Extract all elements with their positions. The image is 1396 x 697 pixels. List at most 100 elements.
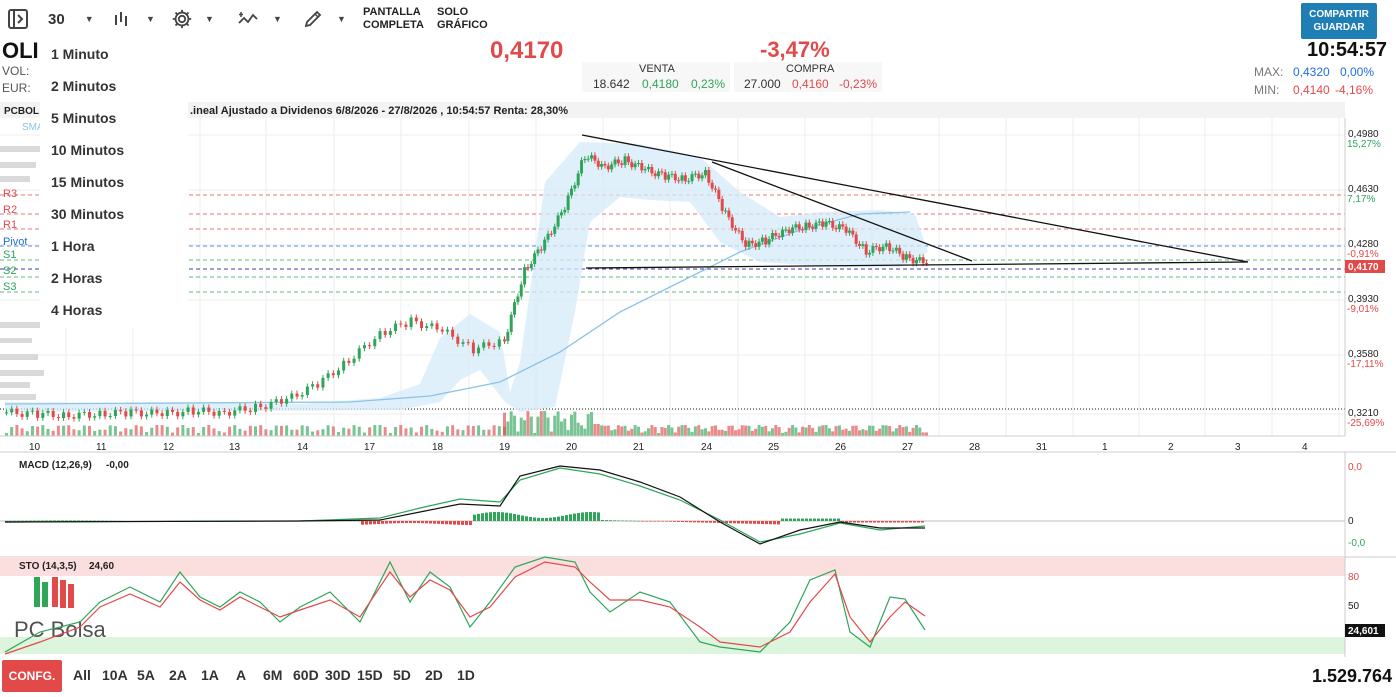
volume-bar bbox=[181, 425, 185, 436]
range-button-1a[interactable]: 1A bbox=[201, 667, 219, 683]
macd-bar bbox=[461, 521, 464, 525]
range-button-1d[interactable]: 1D bbox=[457, 667, 475, 683]
interval-option-2m[interactable]: 2 Minutos bbox=[40, 70, 188, 102]
volume-bar bbox=[352, 425, 356, 436]
macd-bar bbox=[85, 520, 88, 522]
x-tick: 1 bbox=[1102, 442, 1108, 453]
chart-area[interactable]: PCBOL .ineal Ajustado a Dividenos 6/8/20… bbox=[0, 102, 1396, 657]
volume-bar bbox=[145, 431, 149, 436]
macd-bar bbox=[541, 517, 544, 521]
candle-body bbox=[477, 347, 481, 354]
macd-bar bbox=[657, 521, 660, 522]
price-chart[interactable]: PCBOL .ineal Ajustado a Dividenos 6/8/20… bbox=[0, 102, 1396, 657]
macd-bar bbox=[381, 521, 384, 524]
x-tick: 17 bbox=[364, 442, 376, 453]
volume-bar bbox=[274, 425, 278, 436]
interval-option-15m[interactable]: 15 Minutos bbox=[40, 166, 188, 198]
share-save-button[interactable]: COMPARTIR GUARDAR bbox=[1301, 3, 1377, 39]
volume-bar bbox=[854, 425, 858, 436]
macd-bar bbox=[893, 521, 896, 523]
volume-bar bbox=[593, 424, 597, 436]
chart-only-button[interactable]: SOLO GRÁFICO bbox=[437, 6, 488, 32]
interval-option-1m[interactable]: 1 Minuto bbox=[40, 38, 188, 70]
interval-option-2h[interactable]: 2 Horas bbox=[40, 262, 188, 294]
indicators-button[interactable]: ▼ bbox=[237, 6, 282, 32]
candle-body bbox=[420, 321, 423, 328]
range-button-a[interactable]: A bbox=[236, 667, 246, 683]
range-button-5a[interactable]: 5A bbox=[137, 667, 155, 683]
candle-body bbox=[155, 409, 159, 414]
macd-bar bbox=[785, 518, 788, 521]
candle-body bbox=[425, 326, 429, 328]
candle-body bbox=[764, 237, 768, 245]
candle-body bbox=[841, 224, 845, 227]
candle-body bbox=[714, 188, 717, 190]
volume-bar bbox=[583, 428, 587, 436]
macd-bar bbox=[437, 521, 440, 524]
interval-option-10m[interactable]: 10 Minutos bbox=[40, 134, 188, 166]
settings-button[interactable]: ▼ bbox=[171, 6, 214, 32]
macd-bar bbox=[421, 521, 424, 524]
macd-bar bbox=[653, 521, 656, 522]
candle-body bbox=[858, 243, 862, 246]
range-button-2a[interactable]: 2A bbox=[169, 667, 187, 683]
range-button-60d[interactable]: 60D bbox=[293, 667, 319, 683]
volume-bar bbox=[693, 426, 697, 436]
market-time: 10:54:57 bbox=[1307, 39, 1388, 61]
interval-select[interactable]: 30 ▼ bbox=[48, 6, 94, 32]
candle-body bbox=[269, 402, 273, 409]
volume-bar bbox=[864, 430, 868, 436]
candle-body bbox=[603, 163, 607, 166]
candle-body bbox=[305, 386, 309, 396]
range-button-5d[interactable]: 5D bbox=[393, 667, 411, 683]
macd-bar bbox=[61, 520, 64, 522]
chart-type-button[interactable]: ▼ bbox=[112, 6, 155, 32]
interval-option-30m[interactable]: 30 Minutos bbox=[40, 198, 188, 230]
volume-bar bbox=[878, 428, 882, 436]
candle-body bbox=[523, 267, 527, 285]
candle-body bbox=[46, 410, 50, 413]
volume-bar bbox=[129, 429, 133, 436]
macd-bar bbox=[853, 521, 856, 523]
macd-bar bbox=[913, 521, 916, 523]
candle-body bbox=[373, 339, 377, 347]
range-button-all[interactable]: All bbox=[73, 667, 91, 683]
macd-bar bbox=[769, 521, 772, 525]
drawing-tools-button[interactable]: ▼ bbox=[303, 6, 346, 32]
candle-body bbox=[918, 257, 922, 261]
range-button-10a[interactable]: 10A bbox=[102, 667, 128, 683]
macd-bar bbox=[881, 521, 884, 523]
volume-bar bbox=[295, 429, 299, 436]
range-button-6m[interactable]: 6M bbox=[263, 667, 282, 683]
range-button-15d[interactable]: 15D bbox=[357, 667, 383, 683]
range-button-2d[interactable]: 2D bbox=[425, 667, 443, 683]
candle-body bbox=[326, 373, 330, 378]
fullscreen-button[interactable]: PANTALLA COMPLETA bbox=[363, 6, 424, 32]
interval-option-5m[interactable]: 5 Minutos bbox=[40, 102, 188, 134]
candle-body bbox=[5, 412, 8, 414]
candle-body bbox=[730, 217, 734, 229]
macd-bar bbox=[609, 520, 612, 521]
candle-body bbox=[925, 263, 928, 265]
last-price-tag-label: 0,4170 bbox=[1348, 262, 1379, 273]
macd-bar bbox=[733, 521, 736, 524]
macd-bar bbox=[809, 518, 812, 521]
eur-label: EUR: bbox=[2, 81, 31, 95]
sidebar-toggle-button[interactable] bbox=[6, 6, 30, 32]
candle-body bbox=[20, 413, 24, 417]
draw-pencil-icon bbox=[304, 10, 322, 28]
candle-body bbox=[908, 254, 912, 258]
interval-option-1h[interactable]: 1 Hora bbox=[40, 230, 188, 262]
candle-body bbox=[630, 162, 634, 168]
macd-bar bbox=[645, 521, 648, 522]
macd-bar bbox=[425, 521, 428, 524]
config-button[interactable]: CONFG. bbox=[2, 660, 62, 692]
volume-bar bbox=[653, 427, 657, 436]
interval-option-4h[interactable]: 4 Horas bbox=[40, 294, 188, 326]
range-button-30d[interactable]: 30D bbox=[325, 667, 351, 683]
macd-bar bbox=[549, 517, 552, 521]
buy-price: 0,4160 bbox=[792, 77, 829, 91]
candle-body bbox=[526, 267, 530, 269]
volume-bar bbox=[113, 426, 117, 436]
x-tick: 27 bbox=[902, 442, 914, 453]
